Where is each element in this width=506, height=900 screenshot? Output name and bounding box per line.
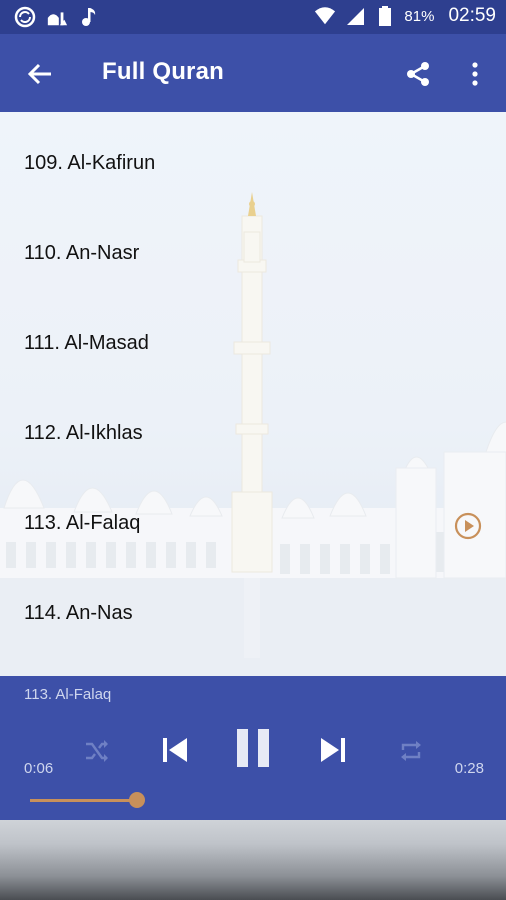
page-title: Full Quran — [102, 58, 224, 85]
back-button[interactable] — [20, 54, 60, 94]
seek-bar-thumb[interactable] — [128, 792, 145, 808]
total-time: 0:28 — [454, 760, 484, 777]
shuffle-icon — [86, 740, 108, 762]
elapsed-time: 0:06 — [24, 760, 54, 777]
skip-next-icon — [321, 738, 345, 762]
background-image-strip — [0, 820, 506, 900]
now-playing-indicator-icon[interactable] — [454, 512, 482, 540]
next-button[interactable] — [314, 730, 352, 770]
surah-title: 113. Al-Falaq — [24, 512, 141, 534]
share-button[interactable] — [398, 54, 438, 94]
previous-button[interactable] — [156, 730, 194, 770]
status-bar: 81% 02:59 — [0, 0, 506, 34]
battery-percent: 81% — [404, 7, 435, 25]
pause-button[interactable] — [228, 722, 278, 774]
wifi-icon — [314, 5, 336, 27]
shuffle-button[interactable] — [80, 734, 114, 768]
surah-title: 112. Al-Ikhlas — [24, 422, 143, 444]
share-icon — [407, 62, 429, 86]
sync-icon — [14, 6, 36, 28]
surah-title: 114. An-Nas — [24, 602, 133, 624]
media-player: 113. Al-Falaq 0:06 0:28 — [0, 676, 506, 820]
clock: 02:59 — [448, 5, 496, 26]
battery-icon — [374, 5, 396, 27]
list-item[interactable]: 112. Al-Ikhlas — [0, 382, 506, 472]
arrow-left-icon — [27, 63, 51, 85]
skip-previous-icon — [163, 738, 187, 762]
seek-bar-progress — [30, 799, 137, 802]
surah-title: 110. An-Nasr — [24, 242, 140, 264]
list-item[interactable]: 111. Al-Masad — [0, 292, 506, 382]
surah-title: 111. Al-Masad — [24, 332, 149, 354]
repeat-icon — [401, 741, 421, 761]
now-playing-title: 113. Al-Falaq — [24, 686, 112, 703]
pause-icon — [237, 729, 269, 767]
surah-title: 109. Al-Kafirun — [24, 152, 156, 174]
surah-list-area: 109. Al-Kafirun 110. An-Nasr 111. Al-Mas… — [0, 112, 506, 676]
more-options-button[interactable] — [458, 54, 492, 94]
repeat-button[interactable] — [394, 734, 428, 768]
mosque-notification-icon — [46, 6, 68, 28]
app-bar: Full Quran — [0, 34, 506, 112]
music-note-icon — [78, 6, 100, 28]
list-item[interactable]: 113. Al-Falaq — [0, 472, 506, 562]
list-item[interactable]: 109. Al-Kafirun — [0, 112, 506, 202]
more-vert-icon — [472, 62, 478, 86]
signal-icon — [344, 5, 366, 27]
list-item[interactable]: 114. An-Nas — [0, 562, 506, 652]
list-item[interactable]: 110. An-Nasr — [0, 202, 506, 292]
